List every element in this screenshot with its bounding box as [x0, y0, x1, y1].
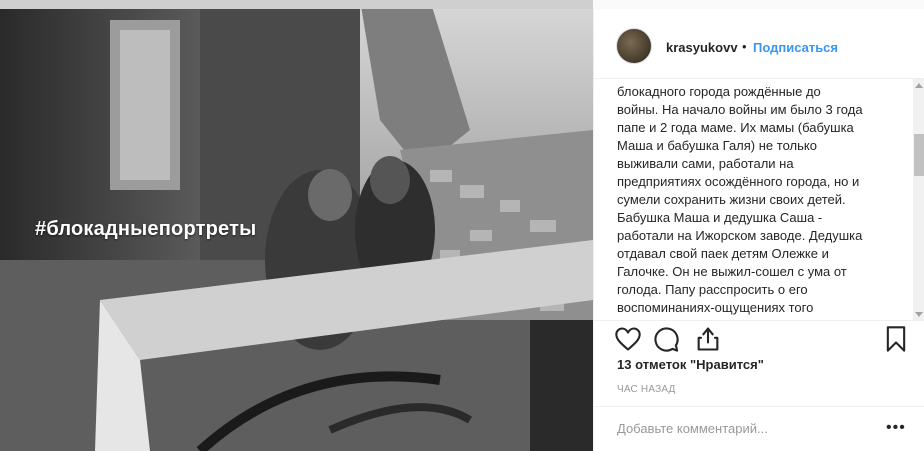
action-bar: [594, 321, 924, 361]
likes-count[interactable]: 13 отметок "Нравится": [617, 357, 764, 372]
comment-icon[interactable]: [652, 325, 680, 353]
caption-scrollbar[interactable]: [913, 79, 924, 320]
post-photo[interactable]: #блокадныепортреты: [0, 0, 593, 451]
post-timestamp[interactable]: ЧАС НАЗАД: [617, 384, 676, 395]
post-side-panel: krasyukovv • Подписаться блокадного горо…: [593, 9, 924, 451]
photo-top-strip: [0, 0, 593, 9]
username-link[interactable]: krasyukovv: [666, 40, 738, 55]
caption-area[interactable]: блокадного города рождённые до войны. На…: [594, 79, 924, 321]
heart-icon[interactable]: [614, 325, 642, 353]
scroll-thumb[interactable]: [914, 134, 924, 176]
bookmark-icon[interactable]: [882, 325, 910, 353]
caption-text: блокадного города рождённые до войны. На…: [617, 84, 863, 315]
scroll-down-arrow-icon[interactable]: [915, 312, 923, 317]
follow-button[interactable]: Подписаться: [753, 40, 838, 55]
comment-bar: •••: [594, 406, 924, 451]
separator-dot: •: [742, 39, 747, 54]
photo-hashtag-overlay: #блокадныепортреты: [35, 218, 257, 240]
share-icon[interactable]: [694, 325, 722, 353]
comment-input[interactable]: [617, 421, 877, 436]
scroll-up-arrow-icon[interactable]: [915, 83, 923, 88]
avatar[interactable]: [616, 28, 652, 64]
more-options-button[interactable]: •••: [886, 419, 906, 437]
post-header: krasyukovv • Подписаться: [594, 9, 924, 79]
